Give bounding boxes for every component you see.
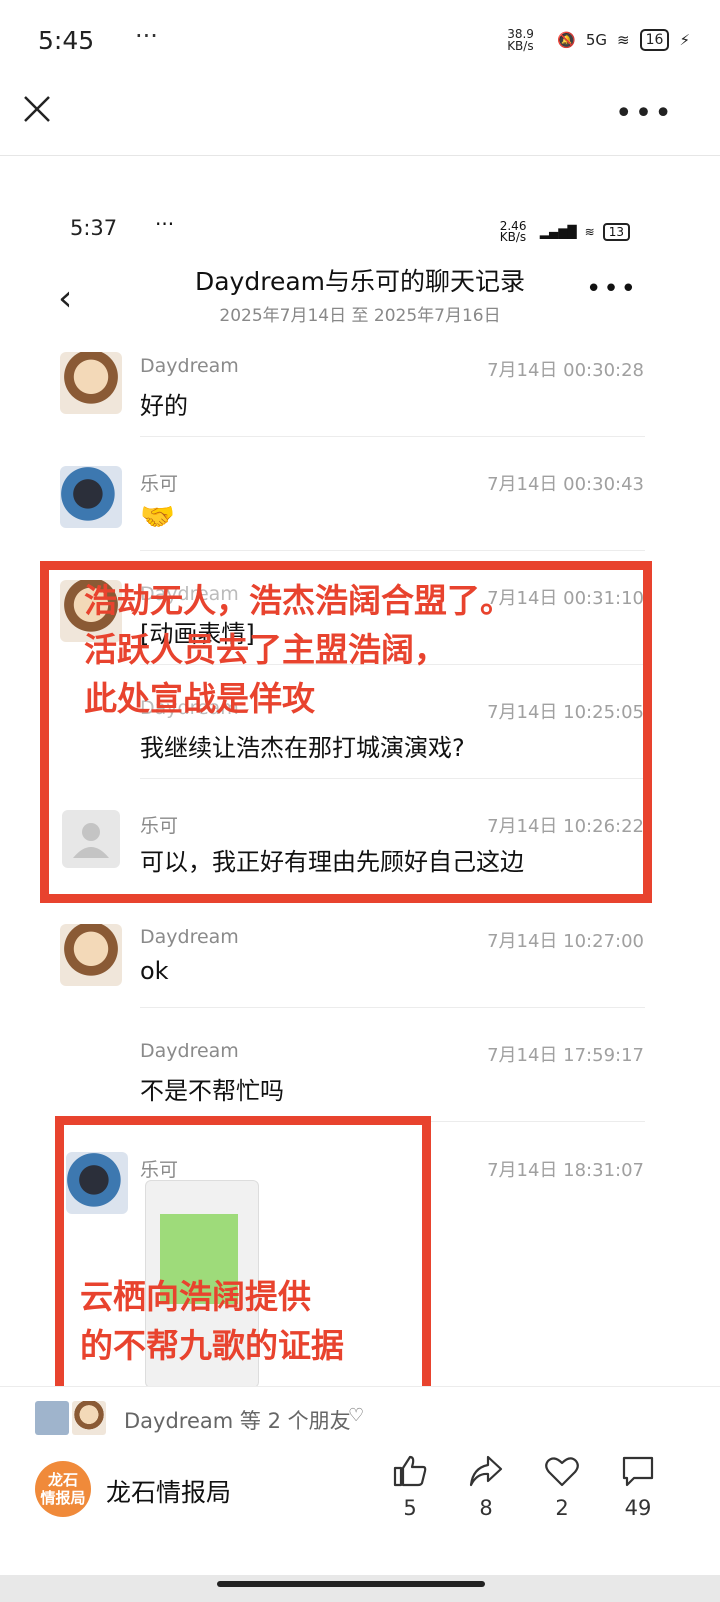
- sender-name: 乐可: [140, 473, 179, 495]
- message-text: 不是不帮忙吗: [140, 1077, 284, 1105]
- status-icons: 38.9 KB/s 🔕 5G ≋ 16 ⚡: [507, 28, 690, 52]
- inner-battery-icon: 13: [602, 223, 630, 241]
- comment-count: 49: [624, 1496, 652, 1520]
- chat-more-icon[interactable]: •••: [586, 274, 638, 304]
- avatar[interactable]: [60, 466, 122, 528]
- heart-outline-icon: ♡: [348, 1405, 365, 1426]
- favorite-button[interactable]: 2: [532, 1454, 592, 1520]
- favorite-count: 2: [555, 1496, 569, 1520]
- share-count: 8: [479, 1496, 493, 1520]
- nav-bar: [0, 1575, 720, 1602]
- divider: [140, 550, 645, 551]
- mute-icon: 🔕: [557, 31, 576, 49]
- divider: [140, 1007, 645, 1008]
- comment-icon: [622, 1456, 654, 1487]
- message-time: 7月14日 17:59:17: [487, 1045, 644, 1066]
- home-indicator[interactable]: [217, 1581, 485, 1587]
- like-count: 5: [403, 1496, 417, 1520]
- comment-button[interactable]: 49: [608, 1454, 668, 1520]
- message-time: 7月14日 00:30:28: [487, 360, 644, 381]
- message-time: 7月14日 00:30:43: [487, 474, 644, 495]
- inner-status-dots: ···: [155, 212, 175, 236]
- inner-wifi-icon: ≋: [584, 225, 595, 239]
- like-button[interactable]: 5: [380, 1454, 440, 1520]
- annotation-line: 活跃人员去了主盟浩阔，: [84, 630, 447, 669]
- inner-status-icons: 2.46 KB/s ▂▄▆█ ≋ 13: [499, 219, 630, 244]
- logo-text: 龙石 情报局: [40, 1471, 86, 1507]
- annotation-line: 云栖向浩阔提供: [80, 1277, 311, 1316]
- more-icon[interactable]: •••: [615, 96, 674, 131]
- message-text: 好的: [140, 392, 188, 420]
- annotation-line: 的不帮九歌的证据: [80, 1326, 344, 1365]
- avatar[interactable]: [60, 352, 122, 414]
- account-logo[interactable]: 龙石 情报局: [35, 1461, 91, 1517]
- share-icon: [469, 1455, 503, 1487]
- annotation-text: 浩劫无人，浩杰浩阔合盟了。 活跃人员去了主盟浩阔， 此处宣战是佯攻: [84, 576, 513, 723]
- divider: [0, 155, 720, 156]
- net-speed: 38.9 KB/s: [507, 27, 534, 53]
- close-icon[interactable]: [20, 92, 54, 126]
- account-name[interactable]: 龙石情报局: [106, 1473, 231, 1509]
- annotation-line: 浩劫无人，浩杰浩阔合盟了。: [84, 581, 513, 620]
- friend-avatar[interactable]: [72, 1401, 106, 1435]
- message-text: ok: [140, 957, 169, 985]
- sender-name: Daydream: [140, 1040, 239, 1062]
- message-time: 7月14日 10:27:00: [487, 931, 644, 952]
- like-icon: [393, 1455, 427, 1487]
- handshake-emoji: 🤝: [140, 500, 175, 533]
- inner-status-time: 5:37: [70, 216, 118, 240]
- avatar[interactable]: [60, 924, 122, 986]
- status-dots: ···: [135, 22, 158, 50]
- friends-liked-text[interactable]: Daydream 等 2 个朋友: [124, 1405, 351, 1435]
- friend-avatar[interactable]: [35, 1401, 69, 1435]
- inner-net-speed: 2.46 KB/s: [499, 219, 527, 244]
- message-time: 7月14日 18:31:07: [487, 1160, 644, 1181]
- chat-date-range: 2025年7月14日 至 2025年7月16日: [219, 306, 501, 326]
- annotation-text: 云栖向浩阔提供 的不帮九歌的证据: [80, 1272, 344, 1370]
- charging-icon: ⚡: [679, 31, 690, 49]
- inner-signal-icon: ▂▄▆█: [539, 225, 577, 239]
- status-time: 5:45: [38, 26, 95, 55]
- share-button[interactable]: 8: [456, 1454, 516, 1520]
- battery-icon: 16: [639, 29, 670, 51]
- signal-icon: 5G: [585, 31, 608, 49]
- divider: [140, 436, 645, 437]
- sender-name: Daydream: [140, 926, 239, 948]
- annotation-line: 此处宣战是佯攻: [84, 679, 315, 718]
- divider: [0, 1386, 720, 1387]
- heart-icon: [545, 1457, 579, 1487]
- sender-name: Daydream: [140, 355, 239, 377]
- wifi-icon: ≋: [617, 31, 630, 49]
